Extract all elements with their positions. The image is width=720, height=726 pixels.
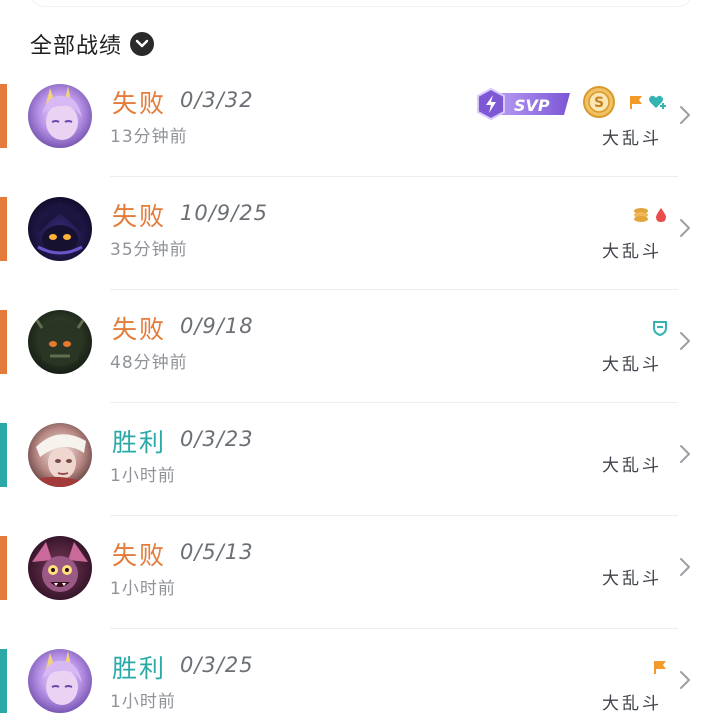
chevron-down-icon xyxy=(130,32,155,56)
match-time: 13分钟前 xyxy=(110,127,188,147)
champion-avatar xyxy=(28,536,92,600)
svp-badge: SVP xyxy=(474,87,572,125)
chevron-right-icon xyxy=(678,669,692,691)
match-row[interactable]: 失败 0/9/18 48分钟前 大乱斗 xyxy=(0,290,720,403)
result-indicator-bar xyxy=(0,536,7,600)
kda: 0/5/13 xyxy=(180,540,254,564)
champion-avatar xyxy=(28,84,92,148)
match-result: 失败 xyxy=(112,541,167,570)
match-row[interactable]: 失败 0/3/32 13分钟前 SVP S 大乱斗 xyxy=(0,64,720,177)
kda: 0/9/18 xyxy=(180,314,254,338)
match-result: 失败 xyxy=(112,202,167,231)
chevron-right-icon xyxy=(678,556,692,578)
gold-coins-icon xyxy=(632,207,650,227)
match-row[interactable]: 胜利 0/3/23 1小时前 大乱斗 xyxy=(0,403,720,516)
svg-text:S: S xyxy=(594,95,604,111)
kda: 0/3/32 xyxy=(180,88,254,112)
game-mode: 大乱斗 xyxy=(602,355,662,375)
match-result: 失败 xyxy=(112,315,167,344)
champion-avatar xyxy=(28,310,92,374)
top-card-edge xyxy=(30,0,692,7)
game-mode: 大乱斗 xyxy=(602,129,662,149)
chevron-right-icon xyxy=(678,330,692,352)
match-row[interactable]: 失败 10/9/25 35分钟前 大乱斗 xyxy=(0,177,720,290)
kda: 10/9/25 xyxy=(180,201,268,225)
teal-heart-plus-icon xyxy=(648,94,668,114)
match-list: 失败 0/3/32 13分钟前 SVP S 大乱斗 失败 10/9/25 35分… xyxy=(0,64,720,726)
result-indicator-bar xyxy=(0,197,7,261)
match-row[interactable]: 胜利 0/3/25 1小时前 大乱斗 xyxy=(0,629,720,726)
result-indicator-bar xyxy=(0,649,7,713)
teal-shield-icon xyxy=(652,320,668,340)
match-result: 失败 xyxy=(112,89,167,118)
champion-avatar xyxy=(28,423,92,487)
result-indicator-bar xyxy=(0,310,7,374)
game-mode: 大乱斗 xyxy=(602,456,662,476)
orange-flag-icon xyxy=(652,659,668,679)
champion-avatar xyxy=(28,197,92,261)
game-mode: 大乱斗 xyxy=(602,242,662,262)
gold-s-medal: S xyxy=(582,85,616,123)
game-mode: 大乱斗 xyxy=(602,569,662,589)
chevron-right-icon xyxy=(678,443,692,465)
match-filter-dropdown[interactable]: 全部战绩 xyxy=(30,28,155,60)
kda: 0/3/25 xyxy=(180,653,254,677)
result-indicator-bar xyxy=(0,423,7,487)
champion-avatar xyxy=(28,649,92,713)
match-history-page: 全部战绩 失败 0/3/32 13分钟前 SVP S 大乱斗 失败 10/9/2… xyxy=(0,0,720,726)
match-badges xyxy=(628,94,668,114)
match-result: 胜利 xyxy=(112,654,167,683)
kda: 0/3/23 xyxy=(180,427,254,451)
match-time: 1小时前 xyxy=(110,579,176,599)
match-time: 1小时前 xyxy=(110,466,176,486)
chevron-right-icon xyxy=(678,217,692,239)
match-result: 胜利 xyxy=(112,428,167,457)
match-time: 48分钟前 xyxy=(110,353,188,373)
match-time: 1小时前 xyxy=(110,692,176,712)
filter-label: 全部战绩 xyxy=(30,34,123,59)
blood-drop-icon xyxy=(654,207,668,227)
chevron-right-icon xyxy=(678,104,692,126)
match-time: 35分钟前 xyxy=(110,240,188,260)
match-badges xyxy=(652,320,668,340)
orange-flag-icon xyxy=(628,94,644,114)
game-mode: 大乱斗 xyxy=(602,694,662,714)
match-badges xyxy=(652,659,668,679)
svp-label: SVP xyxy=(514,96,550,115)
result-indicator-bar xyxy=(0,84,7,148)
match-badges xyxy=(632,207,668,227)
match-row[interactable]: 失败 0/5/13 1小时前 大乱斗 xyxy=(0,516,720,629)
